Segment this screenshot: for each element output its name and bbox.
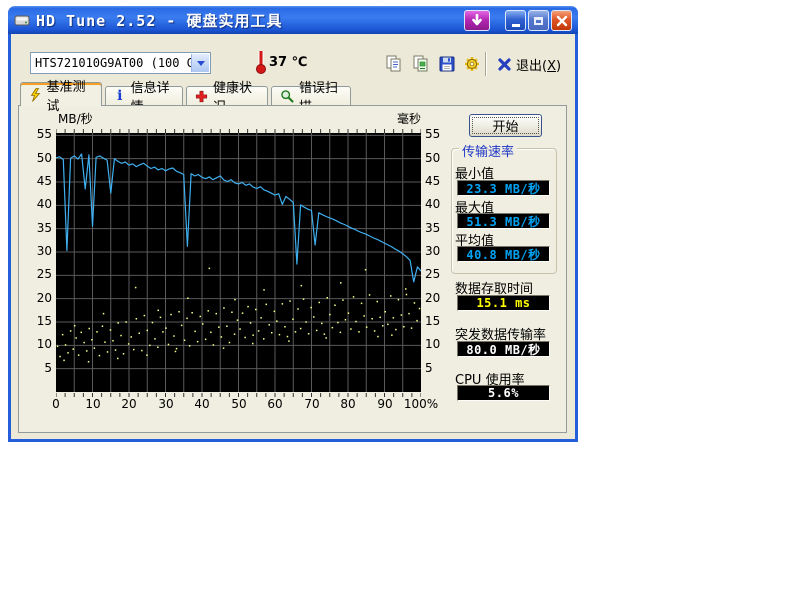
- chevron-down-icon: [197, 61, 205, 66]
- y-tick-right: 45: [425, 174, 440, 189]
- tab-info[interactable]: i 信息详情: [105, 86, 183, 105]
- access-time-value-box: 15.1 ms: [457, 295, 550, 311]
- x-tick: 90: [377, 397, 392, 411]
- y-tick-right: 15: [425, 314, 440, 329]
- y-tick-left: 55: [23, 127, 52, 142]
- x-tick: 60: [267, 397, 282, 411]
- y-tick-left: 50: [23, 151, 52, 166]
- x-tick: 30: [158, 397, 173, 411]
- download-arrow-button[interactable]: [464, 10, 490, 31]
- copy-image-icon: [411, 54, 431, 74]
- y-tick-left: 30: [23, 244, 52, 259]
- x-tick: 40: [194, 397, 209, 411]
- close-button[interactable]: [551, 10, 572, 31]
- health-cross-icon: [195, 89, 208, 103]
- minimize-icon: [512, 24, 520, 27]
- down-arrow-icon: [471, 14, 483, 28]
- copy-text-button[interactable]: [382, 52, 406, 76]
- info-icon: i: [114, 89, 126, 103]
- y-tick-right: 35: [425, 221, 440, 236]
- maximize-button[interactable]: [528, 10, 549, 31]
- cpu-usage-value-box: 5.6%: [457, 385, 550, 401]
- x-tick: 70: [304, 397, 319, 411]
- desktop: HD Tune 2.52 - 硬盘实用工具 H: [0, 0, 800, 600]
- x-tick: 100%: [404, 397, 438, 411]
- benchmark-chart: [56, 128, 421, 398]
- temperature-value: 37 ℃: [269, 55, 307, 70]
- burst-rate-value-box: 80.0 MB/秒: [457, 341, 550, 357]
- x-tick: 0: [52, 397, 60, 411]
- y-tick-right: 5: [425, 361, 433, 376]
- y-tick-right: 10: [425, 337, 440, 352]
- hdtune-window: HD Tune 2.52 - 硬盘实用工具 H: [8, 6, 578, 442]
- start-button[interactable]: 开始: [469, 114, 542, 137]
- copy-icon: [384, 54, 404, 74]
- y-tick-left: 45: [23, 174, 52, 189]
- options-gear-icon: [462, 54, 482, 74]
- y-tick-right: 30: [425, 244, 440, 259]
- y-tick-left: 10: [23, 337, 52, 352]
- right-axis-title: 毫秒: [397, 110, 421, 127]
- drive-select-dropdown[interactable]: HTS721010G9AT00 (100 GB): [30, 52, 211, 74]
- tab-benchmark[interactable]: 基准测试: [20, 82, 102, 106]
- dropdown-button[interactable]: [191, 54, 209, 72]
- y-tick-right: 55: [425, 127, 440, 142]
- transfer-rate-group-title: 传输速率: [459, 141, 517, 160]
- close-icon: [556, 15, 568, 27]
- x-tick: 10: [85, 397, 100, 411]
- min-value-box: 23.3 MB/秒: [457, 180, 550, 196]
- max-value-box: 51.3 MB/秒: [457, 213, 550, 229]
- y-tick-right: 40: [425, 197, 440, 212]
- x-tick: 80: [340, 397, 355, 411]
- maximize-icon: [534, 17, 543, 25]
- avg-value-box: 40.8 MB/秒: [457, 246, 550, 262]
- minimize-button[interactable]: [505, 10, 526, 31]
- copy-image-button[interactable]: [409, 52, 433, 76]
- magnifier-icon: [280, 89, 294, 103]
- y-tick-right: 50: [425, 151, 440, 166]
- client-area: HTS721010G9AT00 (100 GB) 37 ℃: [11, 34, 575, 439]
- exit-x-icon: [497, 57, 512, 72]
- y-tick-left: 25: [23, 267, 52, 282]
- tab-health[interactable]: 健康状况: [186, 86, 268, 105]
- save-icon: [437, 54, 457, 74]
- window-title: HD Tune 2.52 - 硬盘实用工具: [36, 10, 282, 31]
- drive-select-value: HTS721010G9AT00 (100 GB): [35, 56, 208, 70]
- save-button[interactable]: [435, 52, 459, 76]
- exit-label: 退出(X): [516, 55, 561, 74]
- y-tick-left: 35: [23, 221, 52, 236]
- benchmark-tab-page: MB/秒 毫秒 555045403530252015105 5550454035…: [18, 105, 567, 433]
- titlebar: HD Tune 2.52 - 硬盘实用工具: [8, 6, 578, 34]
- x-tick: 50: [231, 397, 246, 411]
- lightning-bolt-icon: [29, 88, 42, 102]
- y-tick-left: 5: [23, 361, 52, 376]
- exit-button[interactable]: 退出(X): [497, 52, 561, 76]
- x-tick: 20: [121, 397, 136, 411]
- app-drive-icon: [14, 12, 30, 28]
- tab-error-scan[interactable]: 错误扫描: [271, 86, 351, 105]
- y-tick-right: 20: [425, 291, 440, 306]
- y-tick-left: 40: [23, 197, 52, 212]
- y-tick-right: 25: [425, 267, 440, 282]
- y-tick-left: 20: [23, 291, 52, 306]
- tab-benchmark-label: 基准测试: [47, 76, 93, 114]
- toolbar-separator: [485, 52, 486, 76]
- y-tick-left: 15: [23, 314, 52, 329]
- options-button[interactable]: [460, 52, 484, 76]
